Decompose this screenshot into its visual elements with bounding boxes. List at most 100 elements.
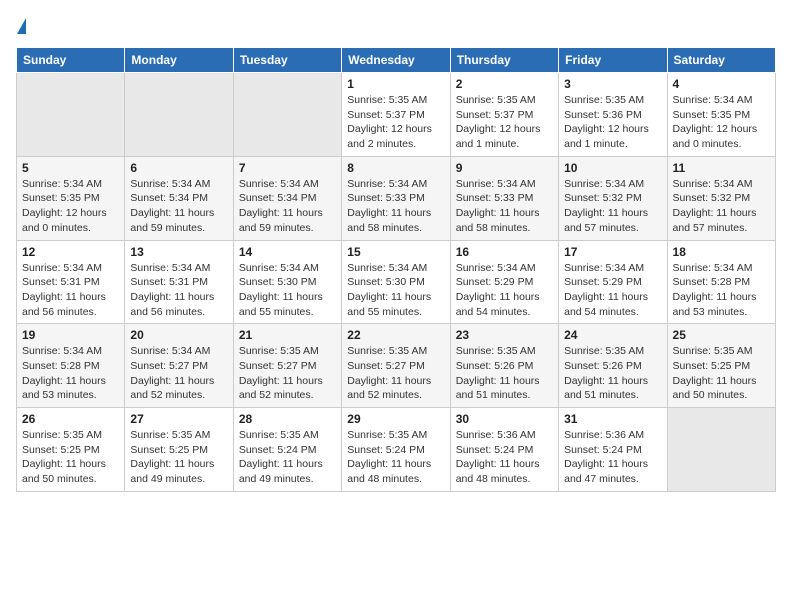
calendar-cell: 21Sunrise: 5:35 AM Sunset: 5:27 PM Dayli… xyxy=(233,324,341,408)
weekday-header-thursday: Thursday xyxy=(450,48,558,73)
day-info: Sunrise: 5:34 AM Sunset: 5:35 PM Dayligh… xyxy=(673,93,770,152)
calendar-cell: 27 Sunrise: 5:35 AM Sunset: 5:25 PM Dayli… xyxy=(125,408,233,492)
day-number: 18 xyxy=(673,245,770,259)
calendar-cell: 18 Sunrise: 5:34 AM Sunset: 5:28 PM Dayli… xyxy=(667,240,775,324)
day-info: Sunrise: 5:35 AM Sunset: 5:27 PM Dayligh… xyxy=(347,344,444,403)
day-number: 3 xyxy=(564,77,661,91)
day-info: Sunrise: 5:34 AM Sunset: 5:35 PM Dayligh… xyxy=(22,177,119,236)
calendar-cell: 14 Sunrise: 5:34 AM Sunset: 5:30 PM Dayli… xyxy=(233,240,341,324)
day-info: Sunrise: 5:35 AM Sunset: 5:36 PM Dayligh… xyxy=(564,93,661,152)
day-number: 2 xyxy=(456,77,553,91)
day-info: Sunrise: 5:34 AM Sunset: 5:34 PM Dayligh… xyxy=(130,177,227,236)
day-info: Sunrise: 5:35 AM Sunset: 5:37 PM Dayligh… xyxy=(347,93,444,152)
calendar-cell xyxy=(233,73,341,157)
calendar-cell: 15 Sunrise: 5:34 AM Sunset: 5:30 PM Dayli… xyxy=(342,240,450,324)
calendar-cell: 11 Sunrise: 5:34 AM Sunset: 5:32 PM Dayli… xyxy=(667,156,775,240)
calendar-cell: 31 Sunrise: 5:36 AM Sunset: 5:24 PM Dayli… xyxy=(559,408,667,492)
day-number: 25 xyxy=(673,328,770,342)
day-info: Sunrise: 5:35 AM Sunset: 5:25 PM Dayligh… xyxy=(130,428,227,487)
logo xyxy=(16,16,26,39)
day-number: 21 xyxy=(239,328,336,342)
day-info: Sunrise: 5:35 AM Sunset: 5:26 PM Dayligh… xyxy=(564,344,661,403)
day-info: Sunrise: 5:34 AM Sunset: 5:30 PM Dayligh… xyxy=(239,261,336,320)
day-number: 17 xyxy=(564,245,661,259)
calendar-cell: 7 Sunrise: 5:34 AM Sunset: 5:34 PM Daylig… xyxy=(233,156,341,240)
day-info: Sunrise: 5:34 AM Sunset: 5:29 PM Dayligh… xyxy=(564,261,661,320)
day-number: 15 xyxy=(347,245,444,259)
day-info: Sunrise: 5:35 AM Sunset: 5:26 PM Dayligh… xyxy=(456,344,553,403)
day-number: 23 xyxy=(456,328,553,342)
weekday-header-tuesday: Tuesday xyxy=(233,48,341,73)
calendar-cell xyxy=(667,408,775,492)
calendar-cell: 4 Sunrise: 5:34 AM Sunset: 5:35 PM Daylig… xyxy=(667,73,775,157)
calendar-cell: 20 Sunrise: 5:34 AM Sunset: 5:27 PM Dayli… xyxy=(125,324,233,408)
calendar-row: 12 Sunrise: 5:34 AM Sunset: 5:31 PM Dayli… xyxy=(17,240,776,324)
day-info: Sunrise: 5:35 AM Sunset: 5:24 PM Dayligh… xyxy=(347,428,444,487)
day-info: Sunrise: 5:34 AM Sunset: 5:33 PM Dayligh… xyxy=(456,177,553,236)
calendar-cell: 5Sunrise: 5:34 AM Sunset: 5:35 PM Daylig… xyxy=(17,156,125,240)
day-number: 6 xyxy=(130,161,227,175)
weekday-header-wednesday: Wednesday xyxy=(342,48,450,73)
day-info: Sunrise: 5:35 AM Sunset: 5:25 PM Dayligh… xyxy=(673,344,770,403)
day-number: 30 xyxy=(456,412,553,426)
day-number: 4 xyxy=(673,77,770,91)
day-info: Sunrise: 5:36 AM Sunset: 5:24 PM Dayligh… xyxy=(564,428,661,487)
day-info: Sunrise: 5:34 AM Sunset: 5:32 PM Dayligh… xyxy=(673,177,770,236)
day-info: Sunrise: 5:34 AM Sunset: 5:30 PM Dayligh… xyxy=(347,261,444,320)
calendar-cell: 12 Sunrise: 5:34 AM Sunset: 5:31 PM Dayli… xyxy=(17,240,125,324)
day-info: Sunrise: 5:34 AM Sunset: 5:33 PM Dayligh… xyxy=(347,177,444,236)
calendar-cell: 9 Sunrise: 5:34 AM Sunset: 5:33 PM Daylig… xyxy=(450,156,558,240)
calendar-cell: 2Sunrise: 5:35 AM Sunset: 5:37 PM Daylig… xyxy=(450,73,558,157)
weekday-header-friday: Friday xyxy=(559,48,667,73)
calendar-cell: 3 Sunrise: 5:35 AM Sunset: 5:36 PM Daylig… xyxy=(559,73,667,157)
calendar-cell: 8 Sunrise: 5:34 AM Sunset: 5:33 PM Daylig… xyxy=(342,156,450,240)
weekday-header-row: SundayMondayTuesdayWednesdayThursdayFrid… xyxy=(17,48,776,73)
calendar-cell xyxy=(17,73,125,157)
logo-triangle-icon xyxy=(17,18,26,34)
day-number: 19 xyxy=(22,328,119,342)
day-number: 14 xyxy=(239,245,336,259)
weekday-header-monday: Monday xyxy=(125,48,233,73)
calendar-cell: 30 Sunrise: 5:36 AM Sunset: 5:24 PM Dayli… xyxy=(450,408,558,492)
calendar-cell: 23 Sunrise: 5:35 AM Sunset: 5:26 PM Dayli… xyxy=(450,324,558,408)
calendar-cell xyxy=(125,73,233,157)
day-number: 27 xyxy=(130,412,227,426)
weekday-header-sunday: Sunday xyxy=(17,48,125,73)
day-info: Sunrise: 5:36 AM Sunset: 5:24 PM Dayligh… xyxy=(456,428,553,487)
calendar-cell: 24 Sunrise: 5:35 AM Sunset: 5:26 PM Dayli… xyxy=(559,324,667,408)
day-info: Sunrise: 5:34 AM Sunset: 5:27 PM Dayligh… xyxy=(130,344,227,403)
calendar-row: 1 Sunrise: 5:35 AM Sunset: 5:37 PM Daylig… xyxy=(17,73,776,157)
calendar-cell: 26 Sunrise: 5:35 AM Sunset: 5:25 PM Dayli… xyxy=(17,408,125,492)
day-number: 16 xyxy=(456,245,553,259)
day-number: 9 xyxy=(456,161,553,175)
calendar-cell: 22 Sunrise: 5:35 AM Sunset: 5:27 PM Dayli… xyxy=(342,324,450,408)
calendar-table: SundayMondayTuesdayWednesdayThursdayFrid… xyxy=(16,47,776,492)
day-number: 31 xyxy=(564,412,661,426)
day-number: 8 xyxy=(347,161,444,175)
day-info: Sunrise: 5:35 AM Sunset: 5:25 PM Dayligh… xyxy=(22,428,119,487)
day-info: Sunrise: 5:34 AM Sunset: 5:34 PM Dayligh… xyxy=(239,177,336,236)
day-number: 22 xyxy=(347,328,444,342)
day-number: 28 xyxy=(239,412,336,426)
calendar-cell: 25 Sunrise: 5:35 AM Sunset: 5:25 PM Dayli… xyxy=(667,324,775,408)
day-info: Sunrise: 5:34 AM Sunset: 5:31 PM Dayligh… xyxy=(22,261,119,320)
calendar-cell: 19Sunrise: 5:34 AM Sunset: 5:28 PM Dayli… xyxy=(17,324,125,408)
day-number: 7 xyxy=(239,161,336,175)
day-number: 1 xyxy=(347,77,444,91)
calendar-cell: 17 Sunrise: 5:34 AM Sunset: 5:29 PM Dayli… xyxy=(559,240,667,324)
day-info: Sunrise: 5:34 AM Sunset: 5:31 PM Dayligh… xyxy=(130,261,227,320)
day-number: 24 xyxy=(564,328,661,342)
calendar-cell: 6 Sunrise: 5:34 AM Sunset: 5:34 PM Daylig… xyxy=(125,156,233,240)
calendar-row: 5Sunrise: 5:34 AM Sunset: 5:35 PM Daylig… xyxy=(17,156,776,240)
day-info: Sunrise: 5:34 AM Sunset: 5:28 PM Dayligh… xyxy=(673,261,770,320)
day-number: 26 xyxy=(22,412,119,426)
calendar-row: 19Sunrise: 5:34 AM Sunset: 5:28 PM Dayli… xyxy=(17,324,776,408)
calendar-cell: 29Sunrise: 5:35 AM Sunset: 5:24 PM Dayli… xyxy=(342,408,450,492)
day-number: 10 xyxy=(564,161,661,175)
day-number: 13 xyxy=(130,245,227,259)
day-number: 20 xyxy=(130,328,227,342)
day-number: 11 xyxy=(673,161,770,175)
weekday-header-saturday: Saturday xyxy=(667,48,775,73)
calendar-cell: 10Sunrise: 5:34 AM Sunset: 5:32 PM Dayli… xyxy=(559,156,667,240)
day-number: 12 xyxy=(22,245,119,259)
